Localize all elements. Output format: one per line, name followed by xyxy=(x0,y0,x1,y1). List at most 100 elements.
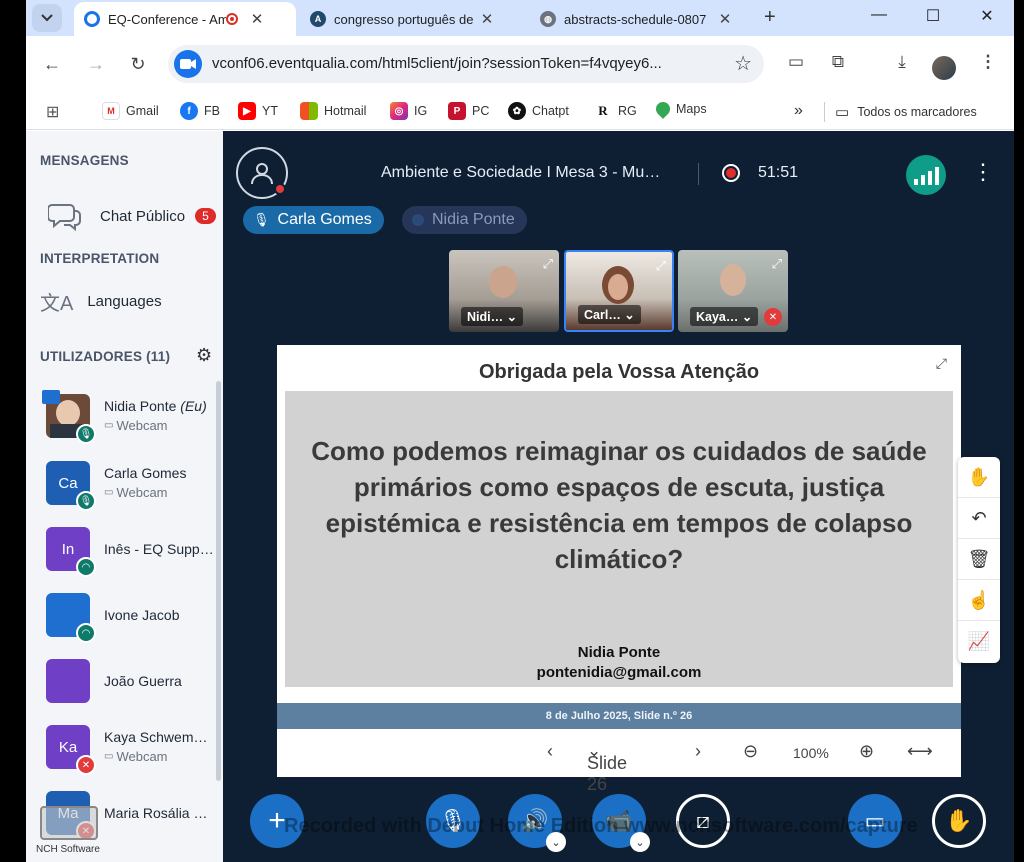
user-menu-button[interactable] xyxy=(236,147,288,199)
conference-app: MENSAGENS Chat Público 5 INTERPRETATION … xyxy=(26,131,1014,862)
menu-kebab-icon[interactable]: ⋮ xyxy=(976,52,1000,76)
slide-selector[interactable]: Slide 26 ⌄ xyxy=(587,741,627,794)
mic-icon: 🎙 xyxy=(253,212,270,227)
webcam-icon: ▭ xyxy=(104,751,114,762)
reload-button[interactable]: ↻ xyxy=(124,50,152,78)
download-icon[interactable]: ⤓ xyxy=(890,52,914,76)
video-tile[interactable]: ⤢ Kaya… ⌄ ✕ xyxy=(678,250,788,332)
user-item[interactable]: 🎙 Nidia Ponte (Eu) ▭ Webcam xyxy=(42,390,221,454)
pc-icon: P xyxy=(448,102,466,120)
forward-button[interactable]: → xyxy=(82,50,110,78)
expand-icon[interactable]: ⤢ xyxy=(772,256,782,272)
eventqualia-icon xyxy=(84,11,100,27)
video-tile[interactable]: ⤢ Carl… ⌄ xyxy=(564,250,674,332)
sidebar-scrollbar[interactable] xyxy=(216,381,221,781)
zoom-level: 100% xyxy=(793,745,829,761)
bookmark-pc[interactable]: P PC xyxy=(448,102,489,120)
aps-icon: A xyxy=(310,11,326,27)
bookmarks-bar: ⊞ M Gmail f FB ▶ YT Hotmail ◎ IG P PC ✿ Chatpt… xyxy=(26,92,1014,130)
tab-eq-conference[interactable]: EQ-Conference - Am ✕ xyxy=(74,2,296,36)
zoom-out-button[interactable]: ⊖ xyxy=(743,741,758,762)
all-bookmarks[interactable]: ▭ Todos os marcadores xyxy=(824,102,977,122)
close-tab-icon[interactable]: ✕ xyxy=(714,10,736,28)
tab-congresso[interactable]: A congresso português de ✕ xyxy=(300,2,522,36)
talking-indicator[interactable]: 🎙 Carla Gomes xyxy=(243,206,384,234)
gear-icon[interactable]: ⚙ xyxy=(196,345,212,366)
mic-status-icon: 🎙 xyxy=(76,491,96,511)
headphones-icon: ◠ xyxy=(76,623,96,643)
prev-slide-button[interactable]: ‹ xyxy=(547,741,553,762)
bookmark-maps[interactable]: Maps xyxy=(653,99,707,119)
meeting-title: Ambiente e Sociedade I Mesa 3 - Mu… xyxy=(381,164,661,181)
multi-user-pointer-icon[interactable]: ☝ xyxy=(958,580,1000,621)
more-bookmarks-button[interactable]: » xyxy=(794,102,803,120)
video-tile[interactable]: ⤢ Nidi… ⌄ xyxy=(449,250,559,332)
close-tab-icon[interactable]: ✕ xyxy=(476,10,498,28)
bookmark-star-icon[interactable]: ☆ xyxy=(734,51,752,76)
bookmark-chatpt[interactable]: ✿ Chatpt xyxy=(508,102,569,120)
recording-icon xyxy=(226,13,238,25)
profile-avatar[interactable] xyxy=(932,56,956,80)
messages-header: MENSAGENS xyxy=(40,153,129,168)
options-kebab-icon[interactable]: ⋮ xyxy=(972,161,994,183)
whiteboard-toolbar: ✋ ↶ 🗑 ☝ 📈 xyxy=(958,457,1000,663)
globe-icon: ◍ xyxy=(540,11,556,27)
recording-indicator-icon[interactable] xyxy=(722,164,740,182)
apps-icon[interactable]: ⊞ xyxy=(46,102,59,122)
user-item[interactable]: Ca 🎙 Carla Gomes ▭ Webcam xyxy=(46,461,221,521)
user-item[interactable]: Ka ✕ Kaya Schwemmlein ▭ Webcam xyxy=(46,725,221,785)
address-bar[interactable]: vconf06.eventqualia.com/html5client/join… xyxy=(168,45,764,83)
chat-icon xyxy=(48,204,81,231)
bookmark-fb[interactable]: f FB xyxy=(180,102,220,120)
tab-search-button[interactable] xyxy=(32,4,62,32)
mic-muted-icon: ✕ xyxy=(764,308,782,326)
languages-item[interactable]: 文A Languages xyxy=(40,287,162,316)
minimize-button[interactable]: — xyxy=(864,6,894,24)
bookmark-rg[interactable]: R RG xyxy=(594,102,637,120)
gmail-icon: M xyxy=(102,102,120,120)
interpretation-header: INTERPRETATION xyxy=(40,251,160,266)
youtube-icon: ▶ xyxy=(238,102,256,120)
site-info-icon[interactable] xyxy=(174,50,202,78)
slide-body: Como podemos reimaginar os cuidados de s… xyxy=(285,391,953,687)
bookmark-gmail[interactable]: M Gmail xyxy=(102,102,159,120)
nch-software-logo: NCH Software xyxy=(36,806,106,856)
presentation-area[interactable]: ⤢ Obrigada pela Vossa Atenção ◆◆◆ Como p… xyxy=(277,345,961,794)
close-tab-icon[interactable]: ✕ xyxy=(246,10,268,28)
tab-abstracts[interactable]: ◍ abstracts-schedule-0807 ✕ xyxy=(530,2,752,36)
bookmark-hotmail[interactable]: Hotmail xyxy=(300,102,366,120)
hand-tool-icon[interactable]: ✋ xyxy=(958,457,1000,498)
mic-muted-icon: ✕ xyxy=(76,755,96,775)
recording-timer: 51:51 xyxy=(758,164,799,181)
slide-footer: 8 de Julho 2025, Slide n.º 26 xyxy=(277,703,961,729)
reading-mode-icon[interactable]: ▭ xyxy=(784,52,808,76)
maximize-button[interactable]: ☐ xyxy=(918,6,948,26)
bookmark-ig[interactable]: ◎ IG xyxy=(390,102,427,120)
new-tab-button[interactable]: + xyxy=(764,6,776,29)
status-dot xyxy=(274,183,286,195)
user-item[interactable]: In ◠ Inês - EQ Support xyxy=(46,527,221,587)
connection-status-button[interactable] xyxy=(906,155,946,195)
chart-icon[interactable]: 📈 xyxy=(958,621,1000,662)
public-chat-item[interactable]: Chat Público 5 xyxy=(48,201,216,231)
maps-icon xyxy=(653,99,673,119)
talking-indicator[interactable]: Nidia Ponte xyxy=(402,206,527,234)
expand-icon[interactable]: ⤢ xyxy=(656,258,666,274)
close-window-button[interactable]: ✕ xyxy=(972,6,1002,26)
trash-icon[interactable]: 🗑 xyxy=(958,539,1000,580)
bookmark-yt[interactable]: ▶ YT xyxy=(238,102,278,120)
extensions-icon[interactable]: ⧉ xyxy=(826,52,850,76)
user-item[interactable]: João Guerra xyxy=(46,659,221,719)
researchgate-icon: R xyxy=(594,102,612,120)
browser-window: EQ-Conference - Am ✕ A congresso portugu… xyxy=(26,0,1014,862)
expand-icon[interactable]: ⤢ xyxy=(543,256,553,272)
raise-hand-button[interactable]: ✋ xyxy=(932,794,986,848)
fit-width-button[interactable]: ⟷ xyxy=(907,741,933,762)
tab-strip: EQ-Conference - Am ✕ A congresso portugu… xyxy=(26,0,1014,36)
zoom-in-button[interactable]: ⊕ xyxy=(859,741,874,762)
user-item[interactable]: ◠ Ivone Jacob xyxy=(46,593,221,653)
instagram-icon: ◎ xyxy=(390,102,408,120)
next-slide-button[interactable]: › xyxy=(695,741,701,762)
back-button[interactable]: ← xyxy=(38,50,66,78)
undo-icon[interactable]: ↶ xyxy=(958,498,1000,539)
